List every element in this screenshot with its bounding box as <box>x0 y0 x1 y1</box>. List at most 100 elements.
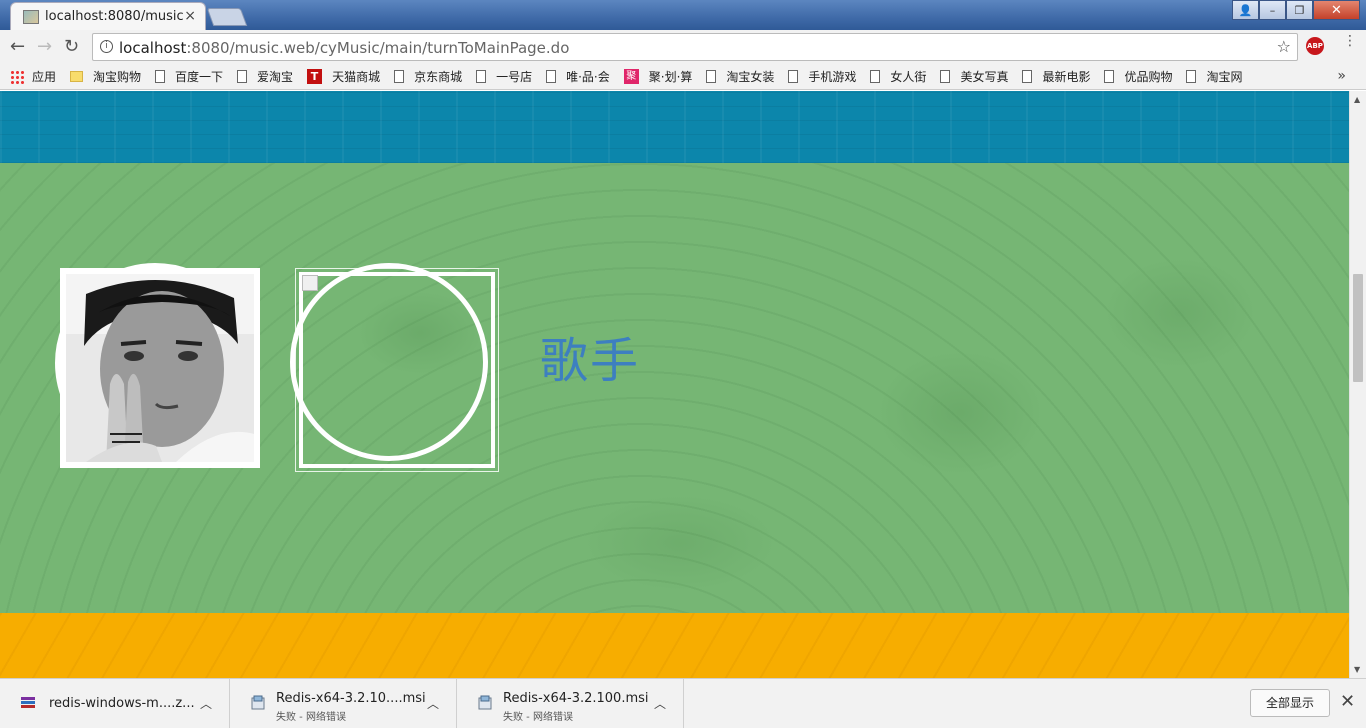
download-item[interactable]: redis-windows-m....z... ︿ <box>0 679 230 728</box>
back-icon[interactable]: ← <box>10 36 25 57</box>
bookmark-tmall[interactable]: T 天猫商城 <box>307 68 380 85</box>
download-shelf: redis-windows-m....z... ︿ Redis-x64-3.2.… <box>0 678 1366 728</box>
singer-heading[interactable]: 歌手 <box>540 321 640 391</box>
singer-photo-card[interactable] <box>55 263 265 473</box>
page-favicon-icon <box>23 10 39 24</box>
browser-toolbar: ← → ↻ i localhost:8080/music.web/cyMusic… <box>0 30 1366 64</box>
bookmark-juhuasuan[interactable]: 聚聚·划·算 <box>623 68 693 85</box>
bookmark-photos[interactable]: 美女写真 <box>940 68 1008 85</box>
bookmark-taobao[interactable]: 淘宝网 <box>1186 68 1243 85</box>
download-options-chevron-icon[interactable]: ︿ <box>654 695 666 712</box>
bookmark-label: 应用 <box>32 70 57 84</box>
adblock-plus-icon[interactable]: ABP <box>1306 37 1324 55</box>
show-all-downloads-button[interactable]: 全部显示 <box>1250 689 1330 717</box>
user-icon[interactable]: 👤 <box>1232 0 1259 20</box>
apps-icon <box>10 69 24 84</box>
page-icon <box>1104 70 1115 83</box>
bookmark-label: 淘宝网 <box>1206 70 1243 84</box>
download-options-chevron-icon[interactable]: ︿ <box>200 695 212 712</box>
download-status: 失败 - 网络错误 <box>503 712 573 723</box>
bookmark-label: 京东商城 <box>414 70 463 84</box>
window-title-bar: localhost:8080/music.w × 👤 – ❐ ✕ <box>0 0 1366 30</box>
bookmark-mobile-games[interactable]: 手机游戏 <box>788 68 856 85</box>
page-icon <box>870 70 881 83</box>
page-icon <box>1186 70 1197 83</box>
bookmark-star-icon[interactable]: ☆ <box>1277 37 1291 56</box>
scroll-down-icon[interactable]: ▼ <box>1354 665 1360 674</box>
page-icon <box>546 70 557 83</box>
bookmark-label: 聚·划·算 <box>648 70 693 84</box>
site-info-icon[interactable]: i <box>100 40 113 53</box>
bookmark-label: 美女写真 <box>960 70 1009 84</box>
folder-icon <box>70 71 84 82</box>
bookmark-yhd[interactable]: 一号店 <box>476 68 532 85</box>
page-icon <box>476 70 487 83</box>
blue-banner-band <box>0 91 1349 163</box>
bookmark-label: 淘宝购物 <box>93 70 142 84</box>
more-bookmarks-icon[interactable]: » <box>1337 68 1346 84</box>
portrait-image <box>66 274 254 462</box>
bookmark-label: 最新电影 <box>1042 70 1091 84</box>
bookmark-label: 爱淘宝 <box>257 70 294 84</box>
forward-icon[interactable]: → <box>37 36 52 57</box>
address-bar[interactable]: i localhost:8080/music.web/cyMusic/main/… <box>92 33 1298 61</box>
bookmark-movies[interactable]: 最新电影 <box>1022 68 1090 85</box>
bookmark-aitaobao[interactable]: 爱淘宝 <box>237 68 293 85</box>
browser-tab[interactable]: localhost:8080/music.w × <box>10 2 206 30</box>
page-icon <box>706 70 717 83</box>
page-icon <box>155 70 166 83</box>
singer-placeholder-card[interactable] <box>290 263 502 475</box>
bookmarks-bar: 应用 淘宝购物 百度一下 爱淘宝 T 天猫商城 京东商城 一号店 唯·品·会 聚聚… <box>0 64 1366 90</box>
bookmark-women-street[interactable]: 女人街 <box>870 68 926 85</box>
page-icon <box>788 70 799 83</box>
close-window-button[interactable]: ✕ <box>1313 0 1360 20</box>
bookmark-label: 淘宝女装 <box>726 70 775 84</box>
download-item[interactable]: Redis-x64-3.2.100.msi 失败 - 网络错误 ︿ <box>457 679 684 728</box>
bookmark-label: 百度一下 <box>175 70 224 84</box>
singer-photo[interactable] <box>60 268 260 468</box>
bookmark-label: 唯·品·会 <box>566 70 610 84</box>
bookmark-apps[interactable]: 应用 <box>10 68 56 85</box>
bookmark-label: 手机游戏 <box>808 70 857 84</box>
download-options-chevron-icon[interactable]: ︿ <box>427 695 439 712</box>
bookmark-label: 优品购物 <box>1124 70 1173 84</box>
close-download-shelf-icon[interactable]: ✕ <box>1340 691 1355 712</box>
page-icon <box>1022 70 1033 83</box>
scroll-up-icon[interactable]: ▲ <box>1354 95 1360 104</box>
new-tab-button[interactable] <box>206 8 248 26</box>
url-text[interactable]: localhost:8080/music.web/cyMusic/main/tu… <box>119 39 569 57</box>
ju-icon: 聚 <box>623 69 639 84</box>
bookmark-jd[interactable]: 京东商城 <box>394 68 462 85</box>
installer-file-icon <box>478 695 492 710</box>
bookmark-label: 天猫商城 <box>332 70 381 84</box>
reload-icon[interactable]: ↻ <box>64 36 79 57</box>
download-status: 失败 - 网络错误 <box>276 712 346 723</box>
archive-file-icon <box>21 697 35 708</box>
download-filename: redis-windows-m....z... <box>49 696 195 711</box>
tab-close-icon[interactable]: × <box>184 8 196 24</box>
download-filename: Redis-x64-3.2.100.msi <box>503 691 649 706</box>
tab-title: localhost:8080/music.w <box>45 9 185 24</box>
broken-image-icon <box>302 275 318 291</box>
page-icon <box>237 70 248 83</box>
tmall-icon: T <box>307 69 323 84</box>
page-viewport: 歌手 <box>0 91 1349 678</box>
maximize-button[interactable]: ❐ <box>1286 0 1313 20</box>
installer-file-icon <box>251 695 265 710</box>
bookmark-label: 女人街 <box>890 70 927 84</box>
bookmark-youpin[interactable]: 优品购物 <box>1104 68 1172 85</box>
download-filename: Redis-x64-3.2.10....msi <box>276 691 426 706</box>
bookmark-taobao-women[interactable]: 淘宝女装 <box>706 68 774 85</box>
page-icon <box>940 70 951 83</box>
minimize-button[interactable]: – <box>1259 0 1286 20</box>
scroll-thumb[interactable] <box>1353 274 1363 382</box>
bookmark-baidu[interactable]: 百度一下 <box>155 68 223 85</box>
download-item[interactable]: Redis-x64-3.2.10....msi 失败 - 网络错误 ︿ <box>230 679 457 728</box>
page-icon <box>394 70 405 83</box>
placeholder-circle-outline <box>290 263 488 461</box>
bookmark-vip[interactable]: 唯·品·会 <box>546 68 610 85</box>
page-scrollbar[interactable]: ▲ ▼ <box>1349 91 1366 678</box>
browser-menu-icon[interactable]: ⋮ <box>1343 34 1357 48</box>
bookmark-folder-taobao[interactable]: 淘宝购物 <box>70 68 141 85</box>
url-host: localhost <box>119 39 187 57</box>
